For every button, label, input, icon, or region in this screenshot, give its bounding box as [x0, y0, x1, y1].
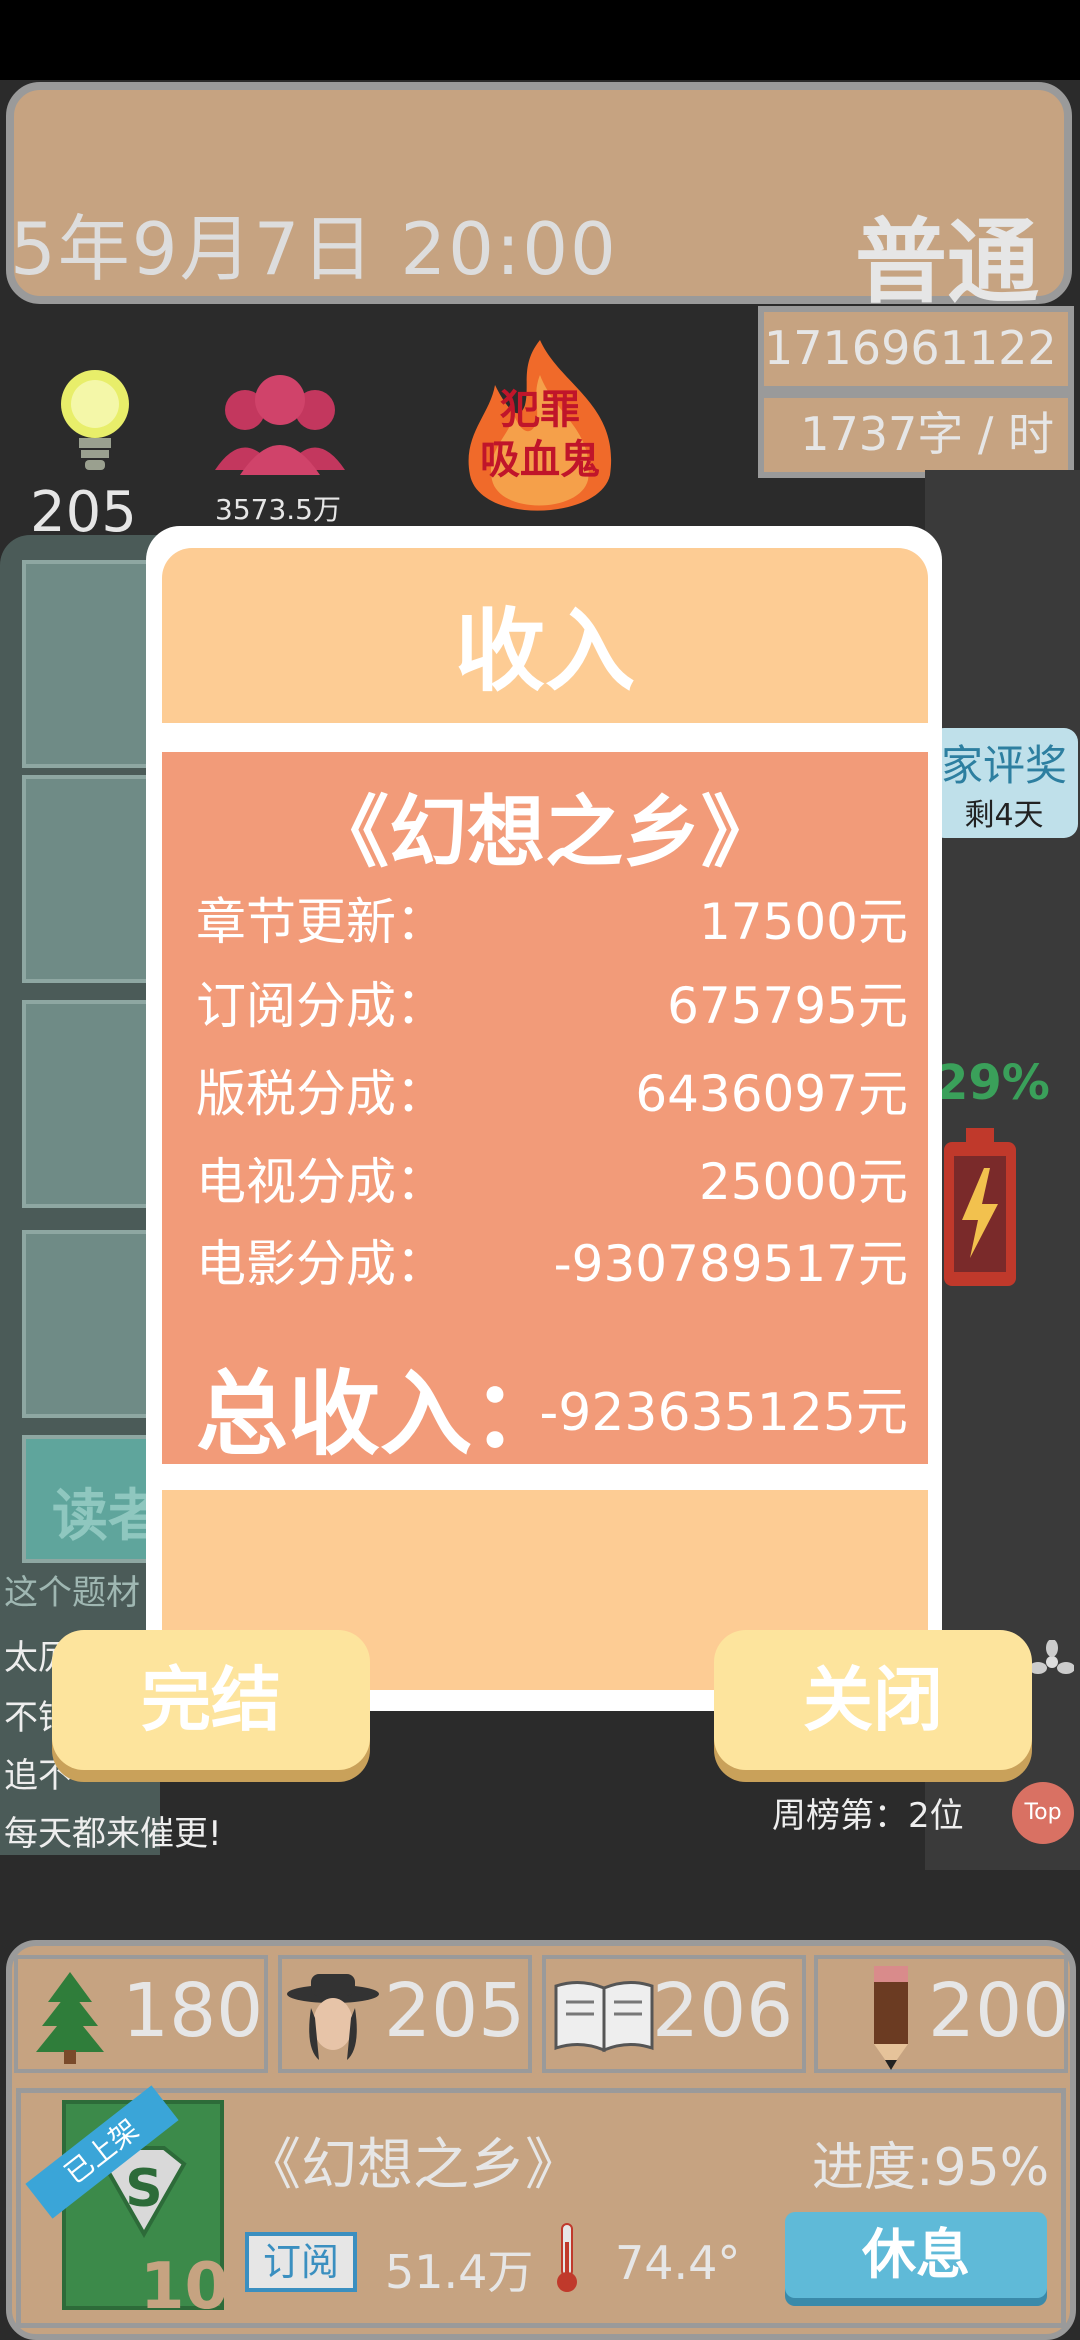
weekly-rank: 周榜第：2位	[772, 1796, 964, 1836]
dialog-book-title: 《幻想之乡》	[310, 788, 779, 878]
tree-icon	[36, 1972, 104, 2064]
resource-value: 206	[652, 1968, 794, 2054]
award-badge[interactable]: 家评奖 剩4天	[930, 728, 1078, 838]
game-date: 5年9月7日 20:00	[10, 207, 618, 291]
top-button[interactable]: Top	[1012, 1782, 1074, 1844]
comment: 这个题材	[4, 1573, 140, 1613]
income-row-label: 章节更新：	[196, 893, 446, 951]
comment: 每天都来催更!	[4, 1814, 222, 1854]
income-row-label: 电视分成：	[196, 1153, 446, 1211]
subscription-badge: 订阅	[245, 2232, 357, 2292]
resource-value: 180	[122, 1968, 264, 2054]
income-row-label: 电影分成：	[196, 1235, 446, 1293]
lightbulb-icon[interactable]	[55, 366, 135, 476]
energy-percent: 29%	[935, 1055, 1050, 1111]
dialog-title: 收入	[455, 599, 635, 704]
award-title: 家评奖	[940, 741, 1067, 790]
writing-speed: 1737字 / 时	[758, 392, 1074, 478]
fans-value: 3573.5万	[215, 493, 341, 526]
book-progress: 进度:95%	[812, 2138, 1050, 2198]
difficulty-mode[interactable]: 普通	[855, 188, 1039, 321]
fan-icon	[1030, 1640, 1074, 1674]
popularity-heat: 74.4°	[615, 2236, 741, 2290]
book-icon	[554, 1981, 654, 2053]
svg-text:S: S	[125, 2159, 162, 2219]
income-row-value: 25000元	[698, 1153, 908, 1211]
woman-hat-icon	[287, 1974, 379, 2060]
money-display: 1716961122元	[758, 306, 1074, 447]
finish-button[interactable]: 完结	[52, 1630, 370, 1770]
close-button[interactable]: 关闭	[714, 1630, 1032, 1770]
cover-number: 10	[140, 2250, 230, 2324]
thermometer-icon	[557, 2223, 577, 2292]
income-row-label: 订阅分成：	[196, 977, 446, 1035]
income-row-value: 675795元	[667, 977, 908, 1035]
subscription-count: 51.4万	[385, 2245, 534, 2299]
rest-button[interactable]: 休息	[785, 2212, 1047, 2298]
fans-icon[interactable]	[210, 370, 350, 480]
resource-value: 205	[384, 1968, 526, 2054]
status-bar	[0, 0, 1080, 80]
total-income-value: -923635125元	[539, 1383, 908, 1443]
status-tag: 犯罪 吸血鬼	[480, 387, 600, 483]
award-countdown: 剩4天	[964, 798, 1044, 833]
income-row-label: 版税分成：	[196, 1065, 446, 1123]
pencil-icon	[874, 1966, 908, 2070]
battery-icon	[944, 1128, 1016, 1286]
income-row-value: 6436097元	[635, 1065, 908, 1123]
resource-value: 200	[928, 1968, 1070, 2054]
income-row-value: -930789517元	[553, 1235, 908, 1293]
total-income-label: 总收入：	[196, 1361, 565, 1468]
book-card-title: 《幻想之乡》	[245, 2133, 581, 2198]
income-row-value: 17500元	[698, 893, 908, 951]
